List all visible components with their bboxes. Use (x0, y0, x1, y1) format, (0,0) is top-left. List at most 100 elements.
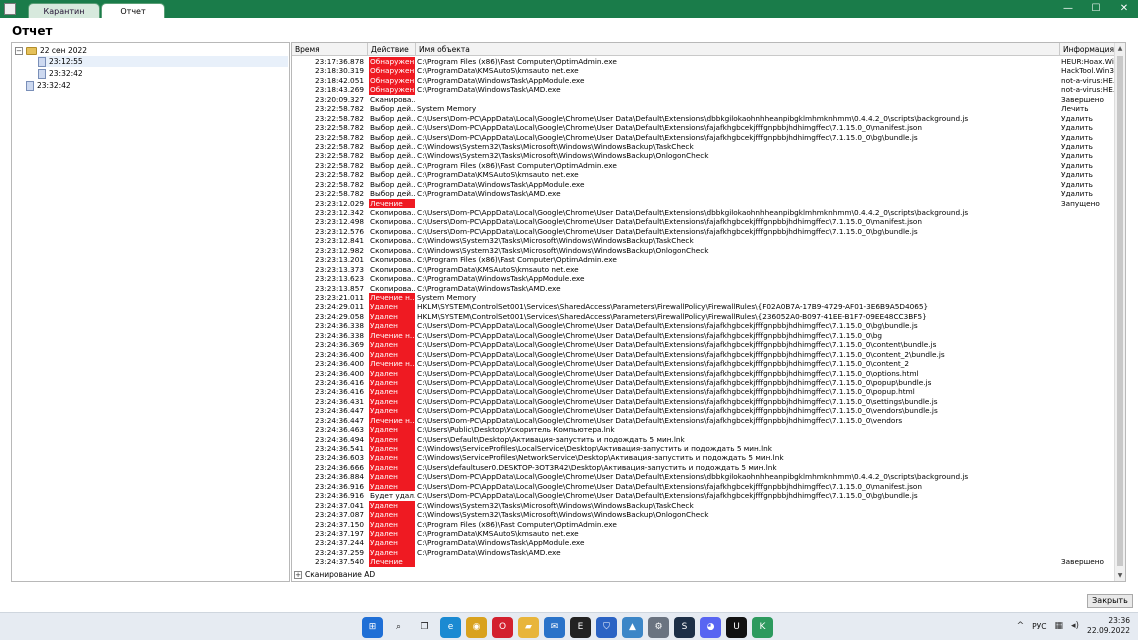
cell-info: Удалить (1061, 160, 1093, 170)
table-row[interactable]: 23:20:09.327 Сканирова... Завершено (292, 95, 1115, 104)
scroll-up-icon[interactable]: ▲ (1115, 43, 1125, 54)
kaspersky-icon[interactable]: K (752, 617, 773, 638)
table-row[interactable]: 23:24:37.041 Удален C:\Windows\System32\Ta… (292, 500, 1115, 511)
close-window-button[interactable]: ✕ (1110, 0, 1138, 18)
table-row[interactable]: 23:23:13.623 Скопирова... C:\ProgramData\W… (292, 274, 1115, 283)
table-row[interactable]: 23:22:58.782 Выбор дей... C:\Users\Dom-PC\… (292, 123, 1115, 132)
table-row[interactable]: 23:24:36.400 Удален C:\Users\Dom-PC\AppDat… (292, 349, 1115, 360)
table-row[interactable]: 23:24:36.494 Удален C:\Users\Default\Deskt… (292, 434, 1115, 445)
edge-icon[interactable]: e (440, 617, 461, 638)
collapse-toggle-icon[interactable]: − (15, 46, 23, 55)
table-row[interactable]: 23:24:36.400 Удален C:\Users\Dom-PC\AppDat… (292, 368, 1115, 378)
table-row[interactable]: 23:22:58.782 Выбор дей... C:\ProgramData\W… (292, 180, 1115, 189)
table-row[interactable]: 23:24:36.338 Лечение н... C:\Users\Dom-PC\… (292, 330, 1115, 341)
scroll-down-icon[interactable]: ▼ (1115, 570, 1125, 581)
table-row[interactable]: 23:24:36.666 Удален C:\Users\defaultuser0.… (292, 462, 1115, 473)
table-row[interactable]: 23:24:36.916 Будет удал...C:\Users\Dom-PC… (292, 491, 1115, 500)
tab-quarantine[interactable]: Карантин (28, 3, 100, 18)
photos-icon[interactable]: ▲ (622, 617, 643, 638)
windows-start-icon[interactable]: ⊞ (362, 617, 383, 638)
table-row[interactable]: 23:22:58.782 Выбор дей... C:\Users\Dom-PC\… (292, 133, 1115, 142)
table-row[interactable]: 23:24:37.259 Удален C:\ProgramData\Windows… (292, 547, 1115, 558)
table-row[interactable]: 23:24:37.540 Лечение Завершено (292, 557, 1115, 567)
discord-icon[interactable]: ◕ (700, 617, 721, 638)
cell-action: Удален (369, 481, 415, 492)
table-row[interactable]: 23:22:58.782 Выбор дей... C:\Windows\Syste… (292, 142, 1115, 151)
task-view-icon[interactable]: ❐ (414, 617, 435, 638)
tree-node-session[interactable]: 23:32:42 (38, 68, 83, 79)
table-row[interactable]: 23:23:13.201 Скопирова... C:\Program Files… (292, 255, 1115, 264)
table-row[interactable]: 23:24:29.011 Удален HKLM\SYSTEM\ControlSet… (292, 302, 1115, 312)
tab-report[interactable]: Отчет (101, 3, 165, 18)
minimize-button[interactable]: — (1054, 0, 1082, 18)
table-row[interactable]: 23:23:13.373 Скопирова... C:\ProgramData\K… (292, 265, 1115, 274)
table-row[interactable]: 23:24:37.150 Удален C:\Program Files (x86)… (292, 519, 1115, 529)
tree-node-session[interactable]: 23:12:55 (38, 56, 288, 67)
table-row[interactable]: 23:24:37.197 Удален C:\ProgramData\KMSAuto… (292, 529, 1115, 539)
chevron-up-icon[interactable]: ^ (1017, 621, 1025, 631)
table-row[interactable]: 23:24:36.916 Удален C:\Users\Dom-PC\AppDat… (292, 481, 1115, 492)
chrome-icon[interactable]: ◉ (466, 617, 487, 638)
table-row[interactable]: 23:22:58.782 Выбор дей... C:\Windows\Syste… (292, 151, 1115, 160)
maximize-button[interactable]: ☐ (1082, 0, 1110, 18)
table-row[interactable]: 23:18:43.269 Обнаружен C:\ProgramData\Wind… (292, 85, 1115, 95)
table-row[interactable]: 23:23:12.498 Скопирова... C:\Users\Dom-PC\… (292, 217, 1115, 226)
table-row[interactable]: 23:24:36.541 Удален C:\Windows\ServiceProf… (292, 444, 1115, 454)
table-row[interactable]: 23:24:36.447 Лечение н... C:\Users\Dom-PC\… (292, 415, 1115, 426)
table-row[interactable]: 23:24:36.338 Удален C:\Users\Dom-PC\AppDat… (292, 321, 1115, 331)
table-row[interactable]: 23:24:36.447 Удален C:\Users\Dom-PC\AppDat… (292, 406, 1115, 416)
table-row[interactable]: 23:23:12.342 Скопирова... C:\Users\Dom-PC\… (292, 208, 1115, 217)
volume-icon[interactable]: ◂) (1071, 621, 1079, 631)
table-row[interactable]: 23:23:12.841 Скопирова... C:\Windows\Syste… (292, 236, 1115, 245)
table-row[interactable]: 23:24:36.400 Лечение н... C:\Users\Dom-PC\… (292, 359, 1115, 369)
table-row[interactable]: 23:23:12.029 Лечение Запущено (292, 198, 1115, 209)
table-row[interactable]: 23:24:36.416 Удален C:\Users\Dom-PC\AppDat… (292, 377, 1115, 388)
vertical-scrollbar[interactable]: ▲ ▼ (1114, 43, 1125, 581)
table-row[interactable]: 23:24:37.087 Удален C:\Windows\System32\Ta… (292, 510, 1115, 520)
mail-icon[interactable]: ✉ (544, 617, 565, 638)
table-row[interactable]: 23:22:58.782 Выбор дей... C:\Users\Dom-PC\… (292, 114, 1115, 123)
opera-icon[interactable]: O (492, 617, 513, 638)
table-row[interactable]: 23:24:36.431 Удален C:\Users\Dom-PC\AppDat… (292, 396, 1115, 407)
cell-time: 23:23:13.623 (314, 274, 364, 284)
table-row[interactable]: 23:23:12.982 Скопирова... C:\Windows\Syste… (292, 246, 1115, 255)
clock[interactable]: 23:36 22.09.2022 (1087, 616, 1130, 636)
table-row[interactable]: 23:24:36.416 Удален C:\Users\Dom-PC\AppDat… (292, 387, 1115, 397)
search-icon[interactable]: ⌕ (388, 617, 409, 638)
language-indicator[interactable]: РУС (1032, 622, 1046, 631)
table-row[interactable]: 23:24:36.369 Удален C:\Users\Dom-PC\AppDat… (292, 340, 1115, 350)
table-row[interactable]: 23:24:37.244 Удален C:\ProgramData\Windows… (292, 538, 1115, 548)
tree-node-date[interactable]: − 22 сен 2022 (15, 45, 87, 56)
column-header-object[interactable]: Имя объекта (416, 43, 1060, 56)
column-header-action[interactable]: Действие (368, 43, 416, 56)
table-row[interactable]: 23:24:36.884 Удален C:\Users\Dom-PC\AppDat… (292, 472, 1115, 482)
explorer-icon[interactable]: ▰ (518, 617, 539, 638)
table-row[interactable]: 23:23:21.011 Лечение н... System Memory (292, 293, 1115, 303)
table-row[interactable]: 23:23:12.576 Скопирова... C:\Users\Dom-PC\… (292, 227, 1115, 236)
network-icon[interactable]: ▦ (1055, 621, 1064, 631)
table-row[interactable]: 23:17:36.878 Обнаружен C:\Program Files (x… (292, 57, 1115, 67)
close-button[interactable]: Закрыть (1087, 594, 1133, 608)
settings-icon[interactable]: ⚙ (648, 617, 669, 638)
steam-icon[interactable]: S (674, 617, 695, 638)
cell-action: Выбор дей... (370, 132, 415, 142)
table-row[interactable]: 23:24:29.058 Удален HKLM\SYSTEM\ControlSet… (292, 311, 1115, 322)
table-row[interactable]: 23:24:36.603 Удален C:\Windows\ServiceProf… (292, 453, 1115, 463)
defender-icon[interactable]: ⛉ (596, 617, 617, 638)
column-header-info[interactable]: Информация (1060, 43, 1115, 56)
unreal-icon[interactable]: U (726, 617, 747, 638)
table-row[interactable]: 23:22:58.782 Выбор дей... C:\Program Files… (292, 161, 1115, 170)
tree-node-scan-ad[interactable]: + Сканирование AD (294, 569, 375, 580)
expand-toggle-icon[interactable]: + (294, 570, 302, 579)
table-row[interactable]: 23:22:58.782 Выбор дей... C:\ProgramData\W… (292, 189, 1115, 198)
table-row[interactable]: 23:22:58.782 Выбор дей... C:\ProgramData\K… (292, 170, 1115, 179)
table-row[interactable]: 23:24:36.463 Удален C:\Users\Public\Deskto… (292, 425, 1115, 435)
epic-games-icon[interactable]: E (570, 617, 591, 638)
table-row[interactable]: 23:18:42.051 Обнаружен C:\ProgramData\Wind… (292, 75, 1115, 86)
tree-node-session[interactable]: 23:32:42 (26, 80, 71, 91)
table-row[interactable]: 23:18:30.319 Обнаружен C:\ProgramData\KMSA… (292, 66, 1115, 76)
scroll-thumb[interactable] (1117, 56, 1123, 566)
table-row[interactable]: 23:23:13.857 Скопирова... C:\ProgramData\W… (292, 284, 1115, 293)
table-row[interactable]: 23:22:58.782 Выбор дей... System Memory Леч… (292, 104, 1115, 113)
column-header-time[interactable]: Время (292, 43, 368, 56)
